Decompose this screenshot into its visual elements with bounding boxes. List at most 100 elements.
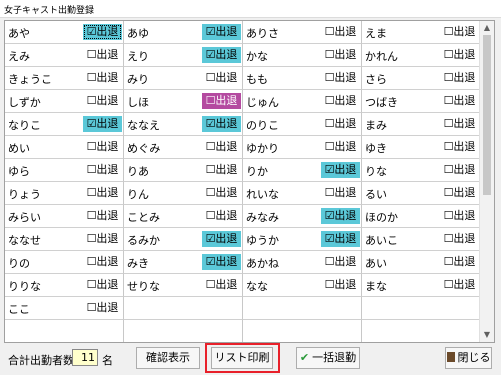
close-button[interactable]: 閉じる (445, 347, 492, 369)
cast-name: えま (365, 27, 387, 40)
attendance-checkbox[interactable]: ☑出退 (202, 47, 241, 63)
attendance-checkbox[interactable]: ☐出退 (83, 162, 122, 178)
attendance-checkbox[interactable]: ☐出退 (202, 139, 241, 155)
cast-cell: のりこ ☐出退 (243, 113, 362, 136)
attendance-checkbox[interactable]: ☐出退 (321, 70, 360, 86)
attendance-checkbox[interactable]: ☐出退 (202, 162, 241, 178)
attendance-checkbox[interactable]: ☐出退 (202, 93, 241, 109)
scroll-down-arrow-icon[interactable]: ▼ (480, 328, 494, 342)
cast-cell: めぐみ ☐出退 (124, 136, 243, 159)
cast-cell: なりこ ☑出退 (5, 113, 124, 136)
attendance-checkbox[interactable]: ☐出退 (440, 70, 479, 86)
cast-name: まな (365, 280, 387, 293)
cast-name: りん (127, 188, 149, 201)
attendance-checkbox[interactable]: ☑出退 (83, 24, 122, 40)
list-print-button[interactable]: リスト印刷 (211, 347, 273, 369)
attendance-checkbox[interactable]: ☐出退 (202, 70, 241, 86)
attendance-checkbox[interactable]: ☐出退 (321, 254, 360, 270)
empty-cell (243, 320, 362, 342)
attendance-checkbox[interactable]: ☐出退 (83, 254, 122, 270)
cast-cell: えま ☐出退 (362, 21, 481, 44)
cast-name: みらい (8, 211, 41, 224)
cast-cell: るみか ☑出退 (124, 228, 243, 251)
attendance-checkbox[interactable]: ☑出退 (202, 116, 241, 132)
attendance-checkbox[interactable]: ☐出退 (440, 185, 479, 201)
cast-cell: みなみ ☑出退 (243, 205, 362, 228)
attendance-checkbox[interactable]: ☐出退 (440, 116, 479, 132)
cast-name: ことみ (127, 211, 160, 224)
attendance-checkbox[interactable]: ☑出退 (202, 254, 241, 270)
cast-cell: あい ☐出退 (362, 251, 481, 274)
cast-name: ありさ (246, 27, 279, 40)
attendance-checkbox[interactable]: ☐出退 (440, 231, 479, 247)
attendance-checkbox[interactable]: ☑出退 (321, 162, 360, 178)
cast-cell: かれん ☐出退 (362, 44, 481, 67)
attendance-checkbox[interactable]: ☐出退 (440, 139, 479, 155)
attendance-checkbox[interactable]: ☐出退 (440, 277, 479, 293)
attendance-checkbox[interactable]: ☐出退 (321, 277, 360, 293)
attendance-checkbox[interactable]: ☐出退 (83, 93, 122, 109)
attendance-checkbox[interactable]: ☐出退 (83, 277, 122, 293)
attendance-checkbox[interactable]: ☐出退 (83, 47, 122, 63)
attendance-checkbox[interactable]: ☐出退 (321, 24, 360, 40)
cast-name: なりこ (8, 119, 41, 132)
attendance-checkbox[interactable]: ☐出退 (202, 185, 241, 201)
confirm-display-button[interactable]: 確認表示 (136, 347, 200, 369)
cast-column: あゆ ☑出退 えり ☑出退 みり ☐出退 しほ ☐出退 ななえ ☑出退 めぐみ ☐出退 りあ ☐出退 りん ☐… (124, 21, 243, 342)
empty-cell (362, 320, 481, 342)
cast-name: みき (127, 257, 149, 270)
cast-name: しずか (8, 96, 41, 109)
attendance-checkbox[interactable]: ☐出退 (321, 139, 360, 155)
attendance-checkbox[interactable]: ☑出退 (202, 24, 241, 40)
attendance-checkbox[interactable]: ☐出退 (202, 208, 241, 224)
scroll-up-arrow-icon[interactable]: ▲ (480, 21, 494, 35)
attendance-checkbox[interactable]: ☐出退 (440, 208, 479, 224)
cast-name: まみ (365, 119, 387, 132)
attendance-checkbox[interactable]: ☐出退 (440, 254, 479, 270)
cast-cell: なな ☐出退 (243, 274, 362, 297)
attendance-checkbox[interactable]: ☑出退 (321, 231, 360, 247)
attendance-checkbox[interactable]: ☐出退 (440, 162, 479, 178)
cast-cell: ゆうか ☑出退 (243, 228, 362, 251)
cast-cell: ここ ☐出退 (5, 297, 124, 320)
cast-name: かな (246, 50, 268, 63)
attendance-checkbox[interactable]: ☐出退 (321, 185, 360, 201)
cast-name: りょう (8, 188, 41, 201)
vertical-scrollbar[interactable]: ▲ ▼ (479, 21, 494, 342)
cast-name: えり (127, 50, 149, 63)
cast-name: めい (8, 142, 30, 155)
attendance-checkbox[interactable]: ☑出退 (321, 208, 360, 224)
attendance-checkbox[interactable]: ☐出退 (321, 116, 360, 132)
cast-cell: せりな ☐出退 (124, 274, 243, 297)
attendance-checkbox[interactable]: ☐出退 (440, 47, 479, 63)
cast-name: りの (8, 257, 30, 270)
attendance-checkbox[interactable]: ☐出退 (202, 277, 241, 293)
attendance-checkbox[interactable]: ☐出退 (83, 185, 122, 201)
cast-name: るみか (127, 234, 160, 247)
cast-name: あい (365, 257, 387, 270)
attendance-checkbox[interactable]: ☐出退 (83, 139, 122, 155)
bulk-checkout-button[interactable]: ✔ 一括退勤 (296, 347, 360, 369)
cast-column: えま ☐出退 かれん ☐出退 さら ☐出退 つばき ☐出退 まみ ☐出退 ゆき ☐出退 りな ☐出退 るい ☐… (362, 21, 481, 342)
cast-name: めぐみ (127, 142, 161, 155)
cast-cell: きょうこ ☐出退 (5, 67, 124, 90)
attendance-checkbox[interactable]: ☐出退 (321, 93, 360, 109)
attendance-checkbox[interactable]: ☐出退 (440, 93, 479, 109)
attendance-checkbox[interactable]: ☐出退 (83, 231, 122, 247)
cast-cell: みり ☐出退 (124, 67, 243, 90)
cast-name: りりな (8, 280, 41, 293)
cast-name: ゆうか (246, 234, 279, 247)
attendance-checkbox[interactable]: ☐出退 (83, 208, 122, 224)
attendance-checkbox[interactable]: ☐出退 (321, 47, 360, 63)
attendance-checkbox[interactable]: ☑出退 (83, 116, 122, 132)
scroll-thumb[interactable] (483, 35, 491, 195)
attendance-checkbox[interactable]: ☐出退 (83, 300, 122, 316)
bulk-checkout-label: 一括退勤 (312, 351, 357, 364)
attendance-checkbox[interactable]: ☐出退 (83, 70, 122, 86)
attendance-checkbox[interactable]: ☑出退 (202, 231, 241, 247)
attendance-checkbox[interactable]: ☐出退 (440, 24, 479, 40)
cast-name: せりな (127, 280, 160, 293)
cast-cell: ありさ ☐出退 (243, 21, 362, 44)
cast-cell: ほのか ☐出退 (362, 205, 481, 228)
cast-cell: あゆ ☑出退 (124, 21, 243, 44)
